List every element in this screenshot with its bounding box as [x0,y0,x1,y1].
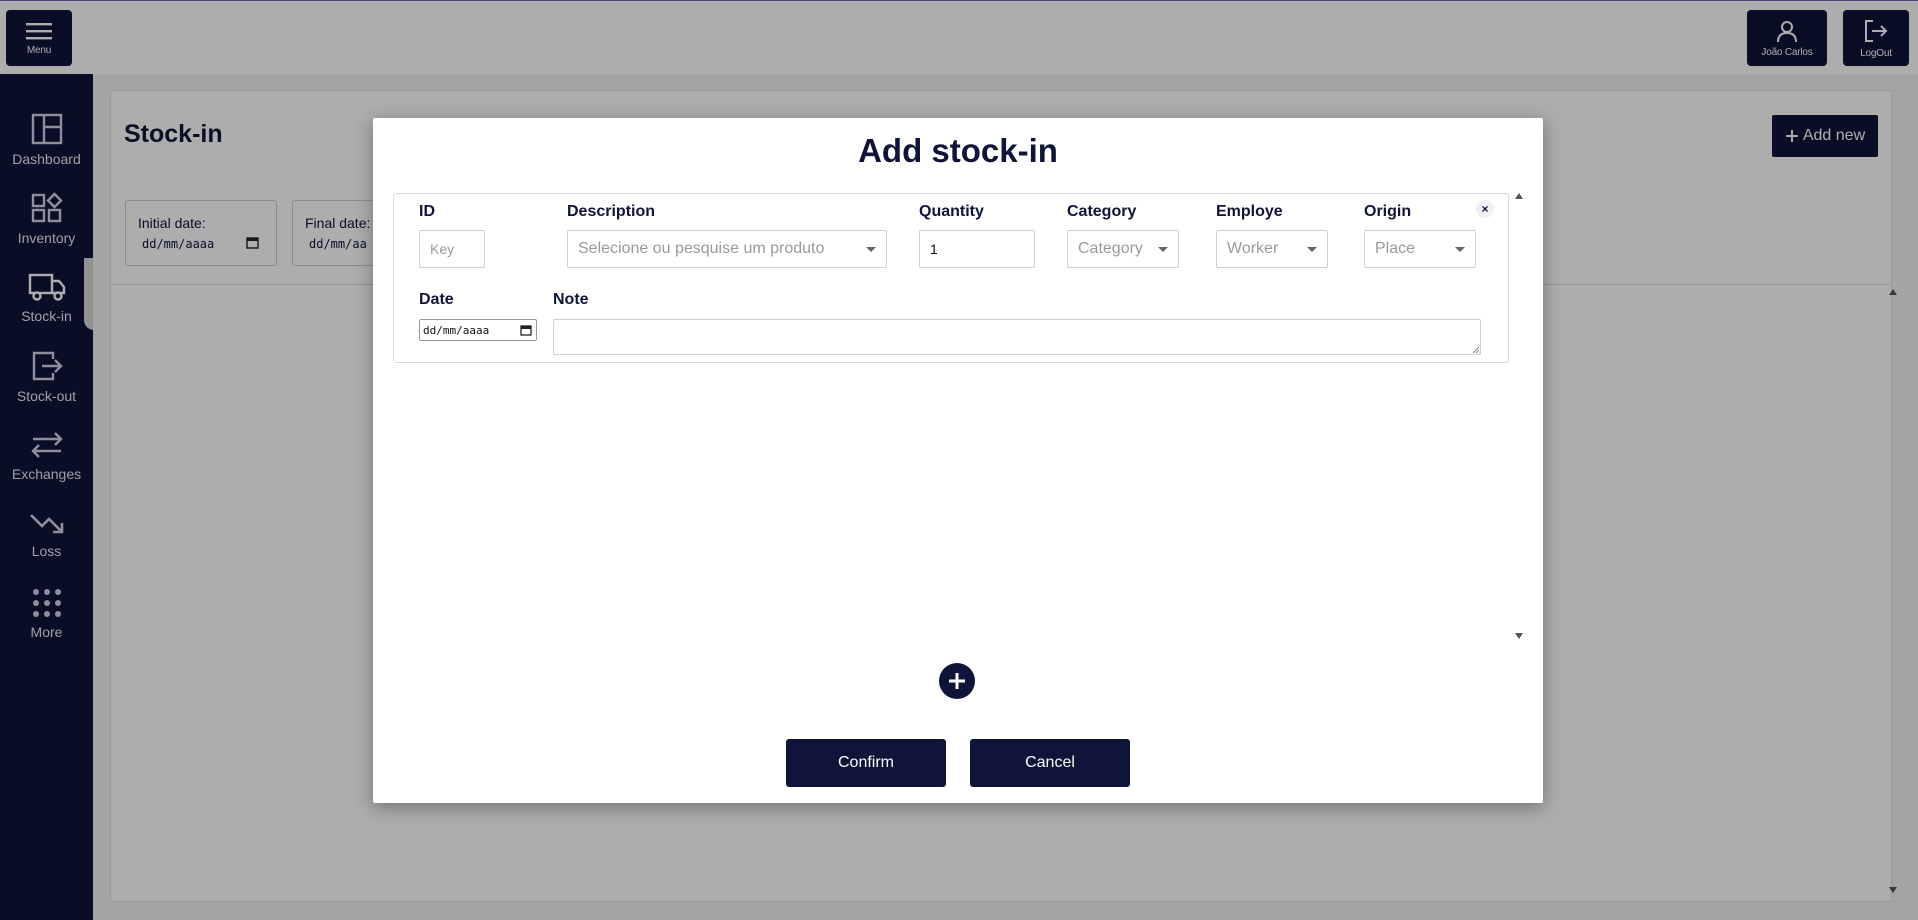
category-select[interactable]: Category [1067,230,1179,268]
calendar-icon[interactable] [520,324,532,336]
category-placeholder: Category [1078,240,1143,257]
quantity-input[interactable]: 1 [919,230,1035,268]
category-label: Category [1067,203,1137,220]
date-label: Date [419,291,454,308]
scroll-up-arrow[interactable] [1515,193,1523,199]
confirm-button[interactable]: Confirm [786,739,946,787]
description-placeholder: Selecione ou pesquise um produto [578,240,825,257]
origin-placeholder: Place [1375,240,1416,257]
employe-label: Employe [1216,203,1283,220]
description-label: Description [567,203,656,220]
scroll-down-arrow[interactable] [1515,633,1523,639]
description-select[interactable]: Selecione ou pesquise um produto [567,230,887,268]
remove-row-button[interactable]: × [1476,200,1494,218]
modal-title: Add stock-in [858,132,1058,169]
chevron-down-icon [866,247,876,252]
chevron-down-icon [1307,247,1317,252]
stock-item-row: ID Description Quantity Category Employe… [393,193,1509,363]
close-icon: × [1481,202,1489,216]
note-label: Note [553,291,589,308]
quantity-value: 1 [930,241,938,257]
origin-label: Origin [1364,203,1412,220]
add-stock-in-modal: Add stock-in ID Description Quantity Cat… [373,118,1543,803]
id-input[interactable]: Key [419,230,485,268]
chevron-down-icon [1455,247,1465,252]
note-textarea[interactable] [553,319,1481,355]
plus-icon [949,673,965,689]
origin-select[interactable]: Place [1364,230,1476,268]
date-value: dd/mm/aaaa [423,323,490,337]
resize-handle-icon[interactable] [1471,345,1479,353]
id-label: ID [419,203,435,220]
chevron-down-icon [1158,247,1168,252]
employe-select[interactable]: Worker [1216,230,1328,268]
add-row-button[interactable] [939,663,975,699]
quantity-label: Quantity [919,203,984,220]
employe-placeholder: Worker [1227,240,1279,257]
date-input[interactable]: dd/mm/aaaa [419,319,537,341]
id-placeholder: Key [430,241,455,257]
cancel-button[interactable]: Cancel [970,739,1130,787]
